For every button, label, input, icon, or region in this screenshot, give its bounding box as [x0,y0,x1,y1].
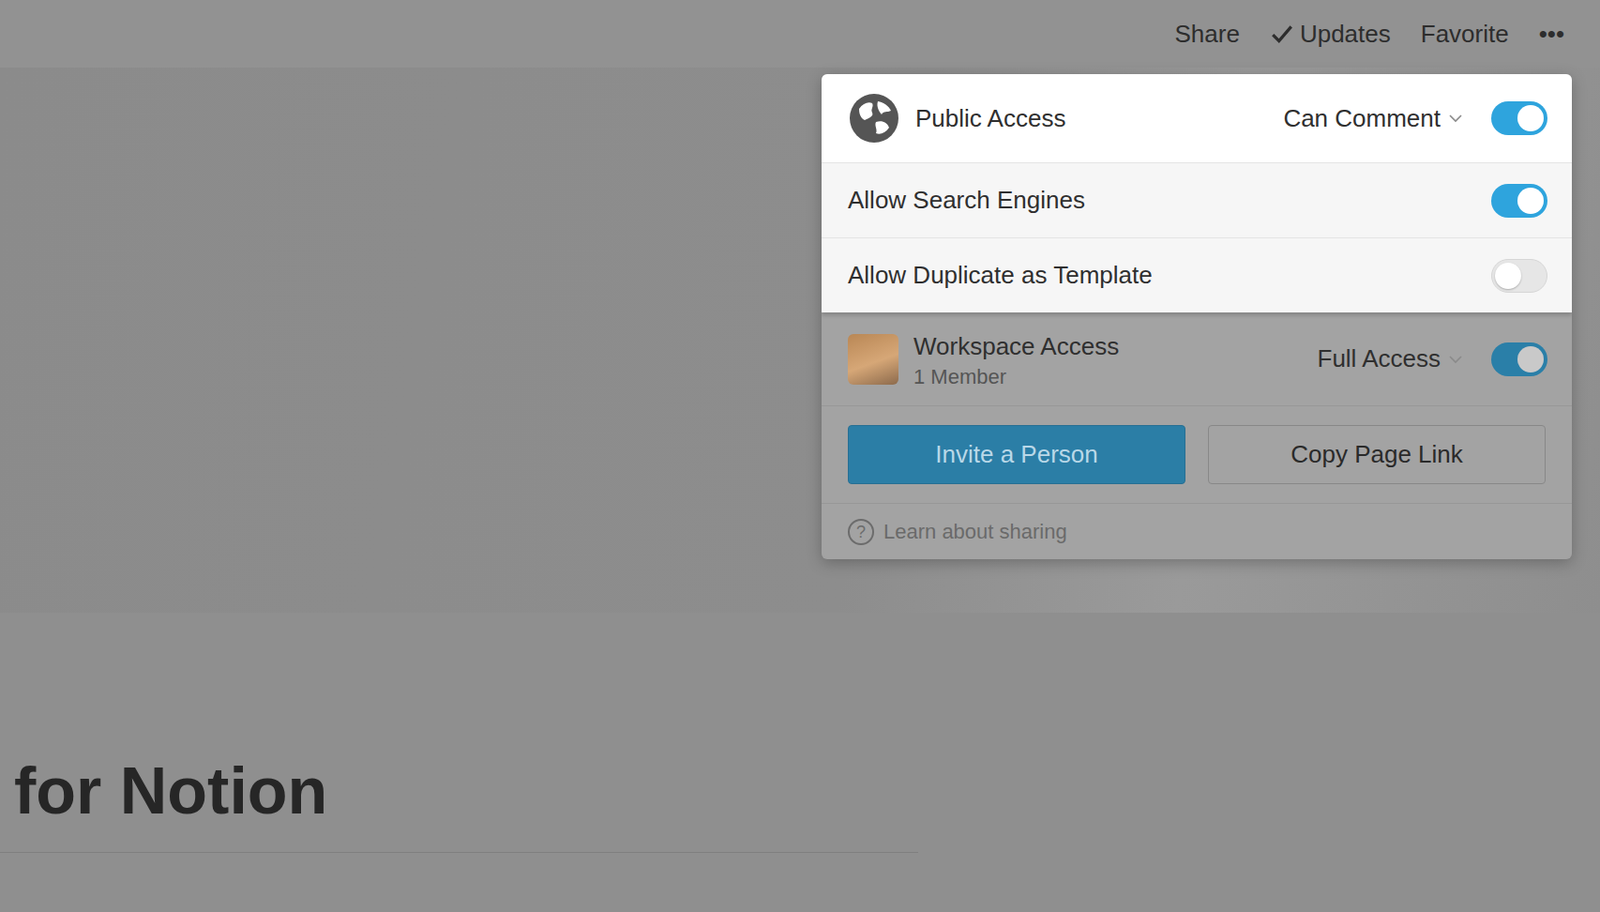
chevron-down-icon [1448,351,1464,367]
invite-button[interactable]: Invite a Person [847,424,1186,484]
option-row: Allow Search Engines [821,162,1572,238]
permission-label: Full Access [1317,340,1442,378]
option-label: Allow Search Engines [847,181,1492,219]
toggle-knob [1517,105,1544,132]
option-row: Allow Duplicate as Template [821,237,1572,313]
topbar-item[interactable]: Share [1160,12,1255,57]
button-row: Invite a Person Copy Page Link [821,406,1572,504]
help-label: Learn about sharing [883,515,1068,547]
check-icon [1269,21,1295,46]
divider [0,851,919,853]
option-toggle[interactable] [1491,183,1548,218]
topbar-label: Favorite [1420,15,1510,53]
help-icon: ? [847,518,875,545]
toggle-knob [1494,262,1522,289]
permission-label: Can Comment [1283,100,1441,137]
public-access-row: Public AccessCan Comment [821,74,1572,163]
toggle-knob [1517,346,1544,373]
member-count: 1 Member [913,364,1318,390]
topbar-label: Share [1175,15,1240,53]
option-toggle[interactable] [1491,258,1548,293]
topbar-label: Updates [1299,15,1391,53]
public-access-label: Public Access [915,100,1284,137]
toggle-knob [1517,187,1544,214]
topbar-item[interactable]: Updates [1254,12,1406,57]
more-button[interactable]: ••• [1524,12,1580,57]
workspace-access-row: Workspace Access1 MemberFull Access [821,312,1572,407]
option-label: Allow Duplicate as Template [847,256,1492,294]
topbar-item[interactable]: Favorite [1405,12,1525,57]
top-bar: Share Updates Favorite ••• [0,0,1600,68]
copy-link-button[interactable]: Copy Page Link [1207,424,1546,484]
workspace-avatar [847,333,899,385]
page-title[interactable]: for Notion [14,753,1600,830]
chevron-down-icon [1448,110,1464,126]
public-access-toggle[interactable] [1491,101,1548,136]
workspace-section: Workspace Access1 MemberFull AccessInvit… [821,312,1572,559]
permission-dropdown[interactable]: Can Comment [1283,100,1492,137]
globe-icon [847,91,901,145]
workspace-text: Workspace Access1 Member [913,328,1318,390]
public-section: Public AccessCan Comment Allow Search Eng… [821,74,1572,313]
workspace-access-label: Workspace Access [913,328,1318,365]
workspace-access-toggle[interactable] [1491,342,1548,377]
page-header: for Notion [0,612,1600,853]
share-popup: Public AccessCan Comment Allow Search Eng… [821,74,1572,559]
permission-dropdown[interactable]: Full Access [1317,340,1493,378]
help-link[interactable]: ? Learn about sharing [821,503,1572,559]
